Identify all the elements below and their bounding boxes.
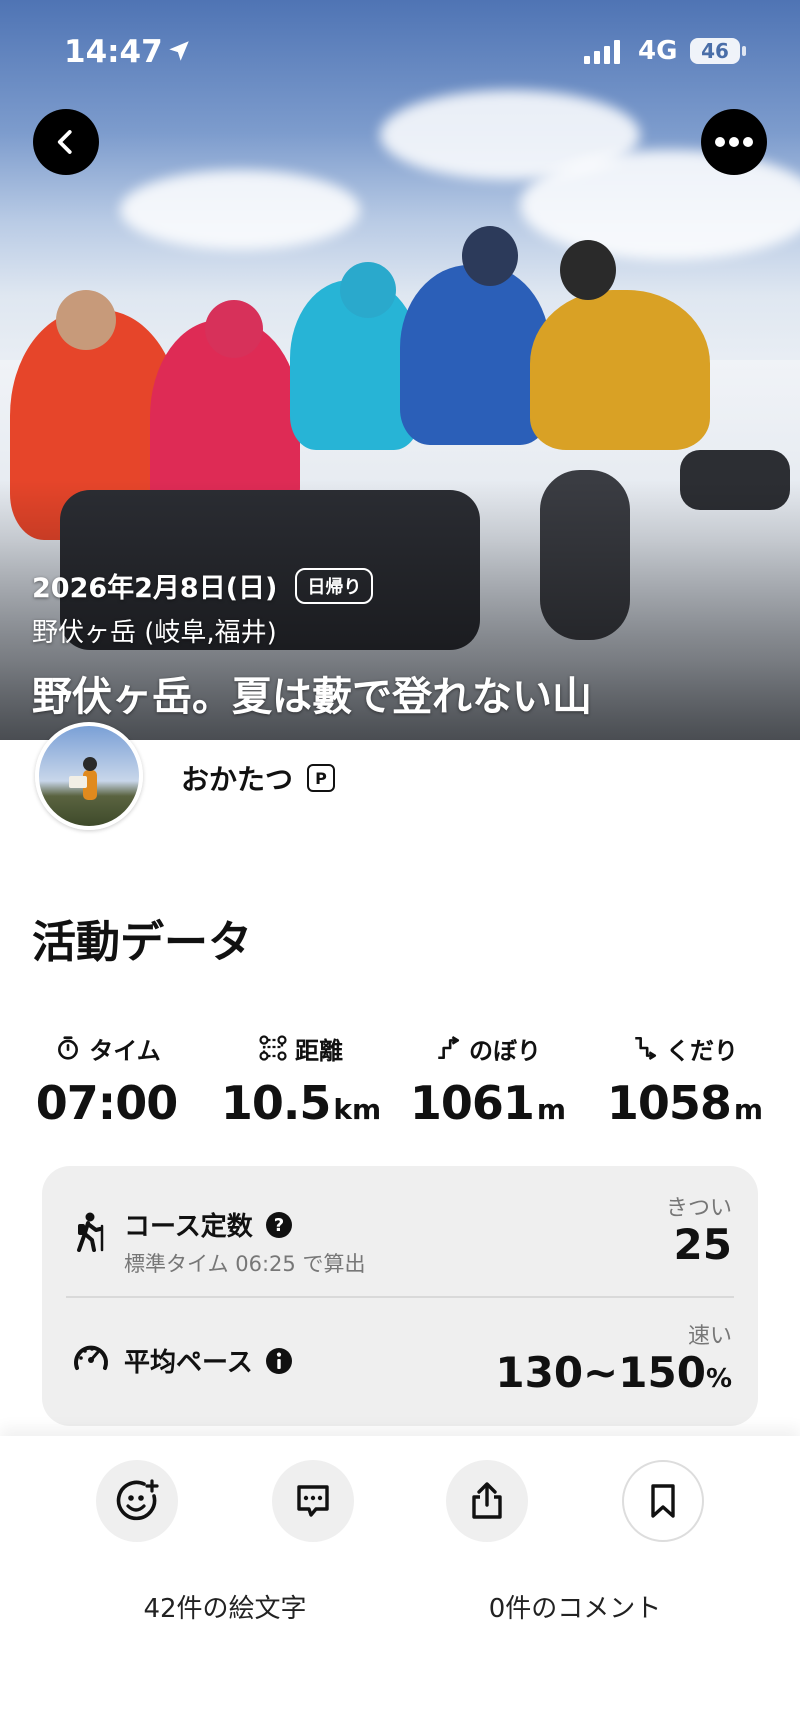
stat-label: 距離 <box>295 1036 343 1065</box>
bookmark-button[interactable] <box>622 1460 704 1542</box>
stat-unit: m <box>536 1093 567 1126</box>
help-icon[interactable]: ? <box>265 1211 293 1239</box>
section-title: 活動データ <box>32 917 252 968</box>
person-head <box>560 240 616 300</box>
avatar-image <box>69 757 97 800</box>
emoji-button[interactable] <box>96 1460 178 1542</box>
stat-value: 1061 <box>409 1076 535 1130</box>
stat-distance: 距離 10.5 km <box>206 1030 396 1130</box>
add-emoji-icon <box>116 1479 159 1521</box>
average-pace-row[interactable]: 平均ペース 速い 130~150% <box>42 1298 758 1426</box>
stat-label: タイム <box>89 1036 161 1065</box>
avatar[interactable] <box>35 722 143 830</box>
stopwatch-icon <box>58 1036 79 1060</box>
chevron-left-icon <box>57 130 72 154</box>
share-button[interactable] <box>446 1460 528 1542</box>
descent-icon <box>635 1036 657 1060</box>
stats-row: タイム 07:00 距離 10.5 km のぼり 1061 m くだり 1058… <box>0 1030 800 1150</box>
stat-value: 07:00 <box>35 1076 178 1130</box>
cloud <box>520 150 800 260</box>
status-bar: 14:47 4G 46 <box>0 34 800 74</box>
person-head <box>56 290 116 350</box>
person-yellow <box>530 290 710 450</box>
course-constant-value: 25 <box>673 1220 732 1269</box>
person-head <box>462 226 518 286</box>
battery-tip <box>742 46 746 56</box>
route-icon <box>259 1035 287 1061</box>
stat-value: 10.5 <box>220 1076 331 1130</box>
emoji-count-link[interactable]: 42件の絵文字 <box>90 1588 360 1625</box>
more-options-button[interactable] <box>701 109 767 175</box>
svg-text:?: ? <box>273 1215 283 1236</box>
comment-count-link[interactable]: 0件のコメント <box>440 1588 710 1625</box>
day-trip-tag: 日帰り <box>295 567 374 604</box>
cloud <box>120 170 360 250</box>
share-icon <box>472 1482 502 1519</box>
comment-button[interactable] <box>272 1460 354 1542</box>
bottom-action-bar: 42件の絵文字 0件のコメント <box>0 1436 800 1730</box>
person-head <box>205 300 263 358</box>
location-arrow-icon <box>166 38 192 68</box>
stat-value: 1058 <box>606 1076 732 1130</box>
average-pace-rating: 速い <box>687 1324 732 1349</box>
stat-unit: km <box>333 1093 382 1126</box>
ascent-icon <box>438 1036 460 1060</box>
username-row[interactable]: おかたつ P <box>181 758 336 798</box>
average-pace-value: 130~150 <box>495 1348 706 1397</box>
hiker-icon <box>72 1212 106 1256</box>
speedometer-icon <box>72 1340 110 1378</box>
battery-icon: 46 <box>690 38 740 64</box>
stat-unit: m <box>733 1093 764 1126</box>
course-constant-sub: 標準タイム 06:25 で算出 <box>124 1252 366 1276</box>
average-pace-unit: % <box>705 1364 732 1394</box>
stat-time: タイム 07:00 <box>13 1030 203 1130</box>
stat-label: のぼり <box>469 1036 541 1065</box>
stat-label: くだり <box>666 1036 738 1065</box>
activity-date: 2026年2月8日(日) <box>32 573 278 604</box>
network-type: 4G <box>638 36 678 66</box>
bookmark-icon <box>651 1484 675 1518</box>
activity-date-row: 2026年2月8日(日) 日帰り <box>32 566 374 605</box>
course-constant-rating: きつい <box>665 1196 732 1221</box>
info-icon[interactable] <box>265 1347 293 1375</box>
course-constant-row[interactable]: コース定数 ? 標準タイム 06:25 で算出 きつい 25 <box>42 1166 758 1296</box>
person-head <box>340 262 396 318</box>
stat-descent: くだり 1058 m <box>590 1030 780 1131</box>
average-pace-label: 平均ペース <box>124 1348 253 1378</box>
premium-badge: P <box>307 764 336 792</box>
ellipsis-icon <box>715 137 753 147</box>
metrics-card: コース定数 ? 標準タイム 06:25 で算出 きつい 25 平均ペース 速い … <box>42 1166 758 1426</box>
back-button[interactable] <box>33 109 99 175</box>
person-blue <box>400 265 550 445</box>
username: おかたつ <box>181 763 294 796</box>
status-time: 14:47 <box>64 34 163 70</box>
stat-ascent: のぼり 1061 m <box>393 1030 583 1130</box>
comment-icon <box>297 1485 329 1517</box>
course-constant-label: コース定数 <box>124 1212 253 1242</box>
activity-location[interactable]: 野伏ヶ岳 (岐阜,福井) <box>32 612 277 649</box>
signal-icon <box>584 40 626 68</box>
activity-title: 野伏ヶ岳。夏は藪で登れない山 <box>32 674 592 720</box>
